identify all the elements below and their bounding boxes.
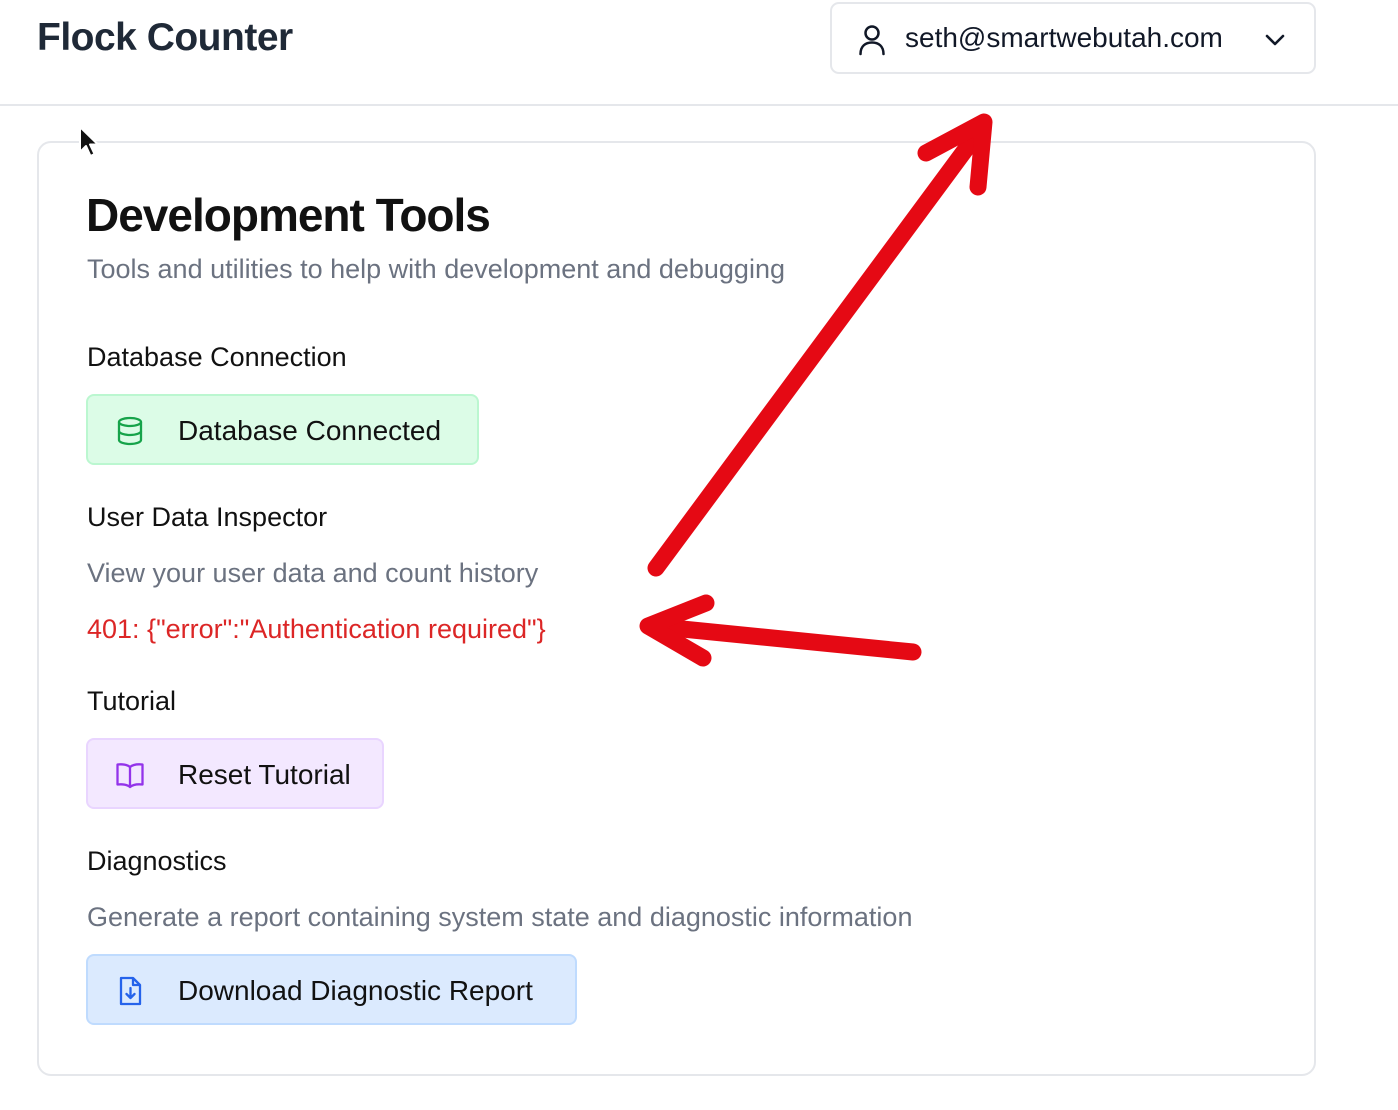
- section-title-tutorial: Tutorial: [87, 686, 177, 716]
- user-icon: [859, 25, 885, 56]
- database-icon: [117, 416, 143, 446]
- section-title-inspector: User Data Inspector: [87, 502, 328, 532]
- card-title: Development Tools: [86, 189, 491, 241]
- database-status-label: Database Connected: [178, 415, 442, 446]
- file-download-icon: [119, 976, 142, 1006]
- download-diagnostic-report-label: Download Diagnostic Report: [178, 975, 533, 1006]
- app-header: Flock Counter seth@smartwebutah.com: [0, 0, 1398, 106]
- download-diagnostic-report-button[interactable]: Download Diagnostic Report: [86, 954, 577, 1025]
- inspector-error-message: 401: {"error":"Authentication required"}: [87, 614, 546, 644]
- chevron-down-icon: [1265, 34, 1285, 46]
- book-open-icon: [116, 763, 144, 789]
- user-email: seth@smartwebutah.com: [905, 22, 1223, 53]
- user-menu-button[interactable]: seth@smartwebutah.com: [830, 2, 1316, 74]
- section-title-diagnostics: Diagnostics: [87, 846, 227, 876]
- reset-tutorial-button[interactable]: Reset Tutorial: [86, 738, 384, 809]
- app-title: Flock Counter: [37, 16, 293, 59]
- mouse-cursor-icon: [79, 126, 99, 157]
- diagnostics-description: Generate a report containing system stat…: [87, 902, 913, 932]
- reset-tutorial-label: Reset Tutorial: [178, 759, 351, 790]
- card-subtitle: Tools and utilities to help with develop…: [87, 254, 785, 284]
- section-title-database: Database Connection: [87, 342, 347, 372]
- database-status-button[interactable]: Database Connected: [86, 394, 479, 465]
- inspector-description: View your user data and count history: [87, 558, 539, 588]
